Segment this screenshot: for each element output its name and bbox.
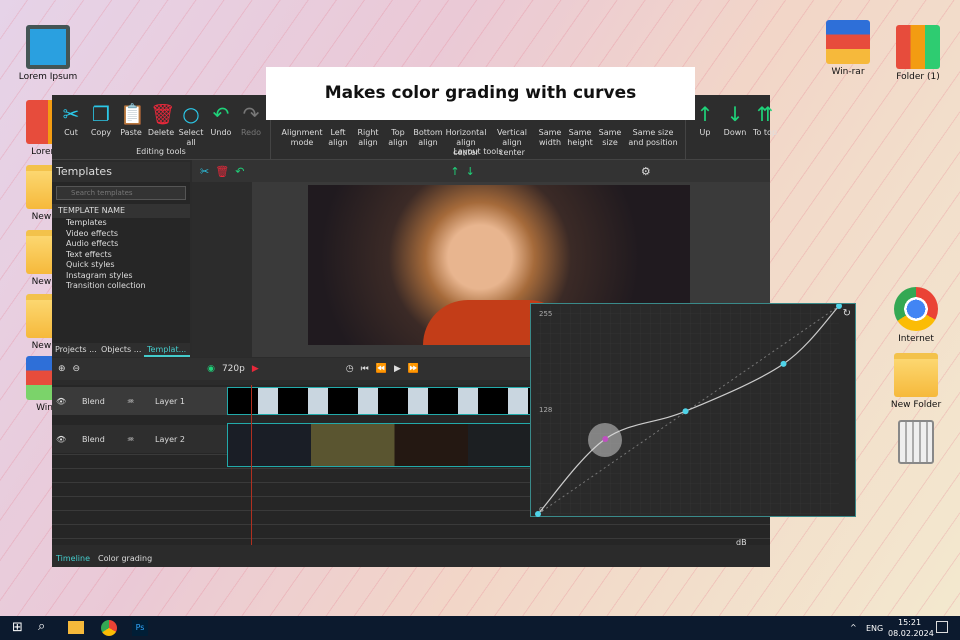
clock-date[interactable]: 08.02.2024 [888,629,934,638]
tab-projects[interactable]: Projects ... [52,343,98,357]
down-button[interactable]: ↓ Down [720,95,750,159]
axis-label: 128 [539,406,552,414]
curves-graph[interactable]: 255 128 0 [531,303,857,518]
undo-icon: ↶ [212,102,230,126]
caption-banner: Makes color grading with curves [266,67,695,120]
fast-forward-icon[interactable]: ⏩ [408,364,419,374]
eye-icon[interactable]: 👁 [52,435,82,444]
blend-select[interactable]: Blend [82,435,127,444]
undo-icon[interactable]: ↶ [235,165,244,178]
trash-icon[interactable]: 🗑 [215,165,229,178]
taskbar: ⊞ ⌕ Ps ^ ENG 15:21 08.02.2024 [0,616,960,640]
templates-panel: Templates Search templates TEMPLATE NAME… [52,162,190,357]
gear-icon[interactable]: ⚙ [641,165,651,178]
copy-icon: ❐ [92,102,110,126]
object-palette [192,182,252,357]
secondary-toolbar: ✂ 🗑 ↶ ↑ ↓ ⚙ [192,160,770,182]
track-header-layer-1: 👁 Blend ♒ Layer 1 [52,387,227,415]
templates-title: Templates [52,162,190,182]
windows-start-icon[interactable]: ⊞ [12,620,23,635]
reset-icon[interactable]: ↻ [843,308,851,319]
layer-name: Layer 1 [155,396,185,406]
skip-start-icon[interactable]: ⏮ [361,364,369,374]
audio-icon[interactable]: ♒ [127,435,155,444]
track-header-layer-2: 👁 Blend ♒ Layer 2 [52,425,227,453]
clock-icon[interactable]: ◷ [346,364,354,374]
tree-item[interactable]: Transition collection [52,281,190,292]
zoom-out-icon[interactable]: ⊖ [73,364,81,374]
zoom-in-icon[interactable]: ⊕ [58,364,66,374]
axis-label: 255 [539,310,552,318]
arrow-down-icon: ↓ [726,102,744,126]
file-explorer-icon[interactable] [68,621,84,634]
desktop-icon-winrar[interactable]: Win-rar [808,20,888,77]
circle-icon: ○ [182,102,200,126]
editing-tools-group: ✂ Cut ❐ Copy 📋 Paste 🗑 Delete ○ Select all ↶ U… [52,95,271,159]
layer-name: Layer 2 [155,434,185,444]
play-marker-icon[interactable]: ▶ [252,364,259,374]
clock-time[interactable]: 15:21 [898,618,921,627]
playhead[interactable] [251,385,252,545]
resolution-select[interactable]: 720p [222,364,245,374]
order-group: ↑ Up ↓ Down ⇈ To top [686,95,784,159]
double-arrow-up-icon: ⇈ [756,102,774,126]
tab-color-grading[interactable]: Color grading [98,551,152,567]
rewind-icon[interactable]: ⏪ [376,364,387,374]
redo-icon: ↷ [242,102,260,126]
trash-icon: 🗑 [150,102,176,126]
tab-templates[interactable]: Templat... [144,343,190,357]
chrome-icon[interactable] [101,620,117,636]
scissors-icon[interactable]: ✂ [200,165,209,178]
curves-panel[interactable]: 255 128 0 ↻ [530,303,856,517]
notifications-icon[interactable] [936,621,948,633]
eye-icon[interactable]: 👁 [52,397,82,406]
chevron-up-icon[interactable]: ^ [850,623,857,632]
arrow-up-icon[interactable]: ↑ [450,165,459,178]
desktop-icon-new-folder[interactable]: New Folder [876,353,956,410]
db-label: dB [736,538,747,547]
eye-icon: ◉ [207,364,215,374]
paste-icon: 📋 [120,102,145,126]
search-templates-input[interactable]: Search templates [56,186,186,200]
play-icon[interactable]: ▶ [394,364,401,374]
search-icon[interactable]: ⌕ [38,619,45,634]
clip-layer-1[interactable] [227,387,537,415]
language-indicator[interactable]: ENG [866,624,883,633]
curve-control-point[interactable] [535,511,541,517]
tree-item[interactable]: Quick styles [52,260,190,271]
tab-timeline[interactable]: Timeline [56,551,90,567]
tree-item[interactable]: Video effects [52,229,190,240]
desktop-icon-internet[interactable]: Internet [876,287,956,344]
scissors-icon: ✂ [62,102,80,126]
tree-item[interactable]: Text effects [52,250,190,261]
desktop-icon-folder-1[interactable]: Folder (1) [878,25,958,82]
desktop-icon-lorem-ipsum[interactable]: Lorem Ipsum [8,25,88,82]
to-top-button[interactable]: ⇈ To top [750,95,780,159]
tree-item[interactable]: Templates [52,218,190,229]
photoshop-icon[interactable]: Ps [132,620,148,636]
recycle-bin-icon[interactable] [876,420,956,467]
audio-icon[interactable]: ♒ [127,397,155,406]
tree-item[interactable]: Audio effects [52,239,190,250]
template-name-header[interactable]: TEMPLATE NAME [52,204,190,218]
blend-select[interactable]: Blend [82,397,127,406]
arrow-down-icon[interactable]: ↓ [466,165,475,178]
template-tree: Templates Video effects Audio effects Te… [52,218,190,292]
tab-objects[interactable]: Objects ... [98,343,144,357]
tree-item[interactable]: Instagram styles [52,271,190,282]
curve-control-point[interactable] [602,435,609,442]
clip-layer-2[interactable] [227,423,537,467]
curve-control-point[interactable] [780,360,787,367]
curve-control-point[interactable] [682,408,689,415]
arrow-up-icon: ↑ [696,102,714,126]
